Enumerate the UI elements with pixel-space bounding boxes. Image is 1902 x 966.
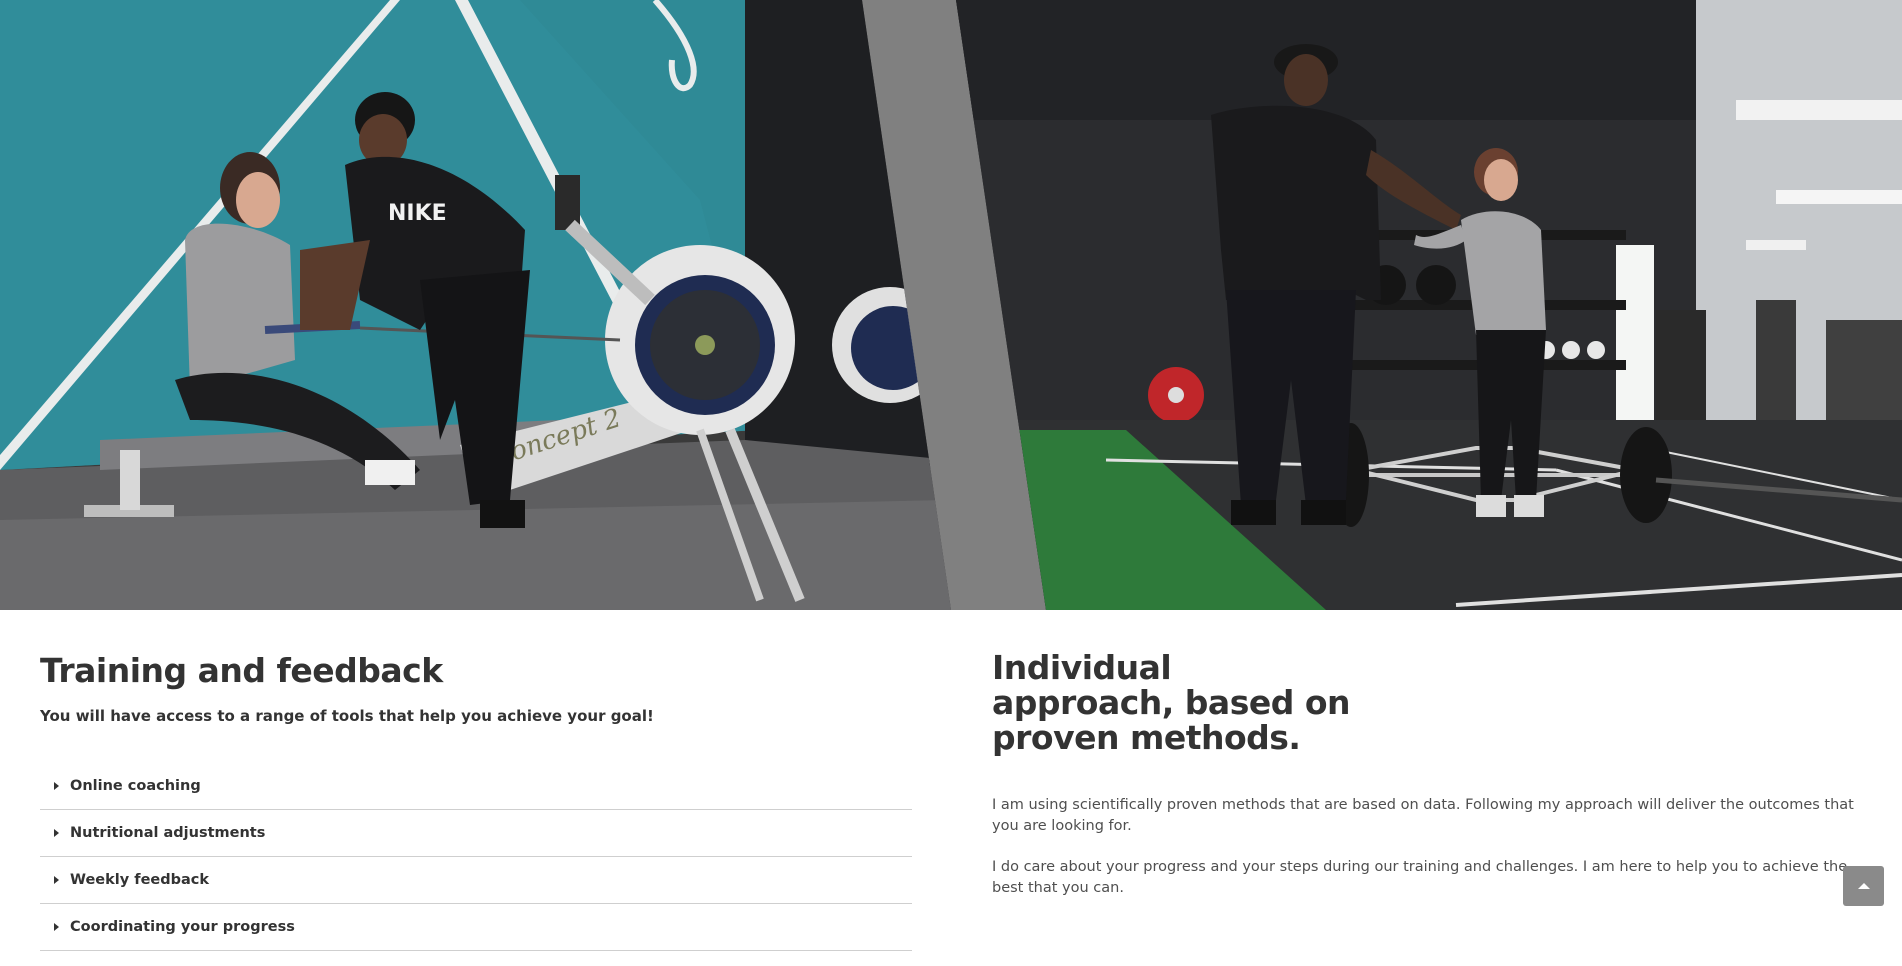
caret-right-icon bbox=[54, 829, 59, 837]
approach-paragraph-1: I am using scientifically proven methods… bbox=[992, 797, 1854, 834]
accordion-item-nutritional-adjustments[interactable]: Nutritional adjustments bbox=[40, 810, 912, 857]
accordion-item-weekly-feedback[interactable]: Weekly feedback bbox=[40, 857, 912, 904]
gym-handshake-photo bbox=[956, 0, 1902, 610]
accordion-item-label: Weekly feedback bbox=[70, 872, 210, 888]
training-subtitle: You will have access to a range of tools… bbox=[40, 707, 654, 725]
svg-text:NIKE: NIKE bbox=[388, 201, 447, 226]
rowing-coach-photo: concept 2 NIKE bbox=[0, 0, 951, 610]
training-section: Training and feedback You will have acce… bbox=[40, 650, 912, 951]
approach-paragraph-2: I do care about your progress and your s… bbox=[992, 859, 1848, 896]
hero-banner: concept 2 NIKE bbox=[0, 0, 1902, 610]
arrow-up-icon bbox=[1857, 883, 1870, 889]
caret-right-icon bbox=[54, 923, 59, 931]
approach-title: Individual approach, based on proven met… bbox=[992, 648, 1351, 757]
accordion-item-label: Coordinating your progress bbox=[70, 919, 295, 935]
caret-right-icon bbox=[54, 876, 59, 884]
accordion-item-label: Online coaching bbox=[70, 778, 201, 794]
accordion-item-coordinating-progress[interactable]: Coordinating your progress bbox=[40, 904, 912, 951]
approach-section: Individual approach, based on proven met… bbox=[992, 650, 1862, 899]
back-to-top-button[interactable] bbox=[1843, 866, 1884, 906]
training-title: Training and feedback bbox=[40, 651, 443, 690]
accordion-item-online-coaching[interactable]: Online coaching bbox=[40, 763, 912, 810]
training-accordion: Online coaching Nutritional adjustments … bbox=[40, 763, 912, 951]
accordion-item-label: Nutritional adjustments bbox=[70, 825, 266, 841]
caret-right-icon bbox=[54, 782, 59, 790]
